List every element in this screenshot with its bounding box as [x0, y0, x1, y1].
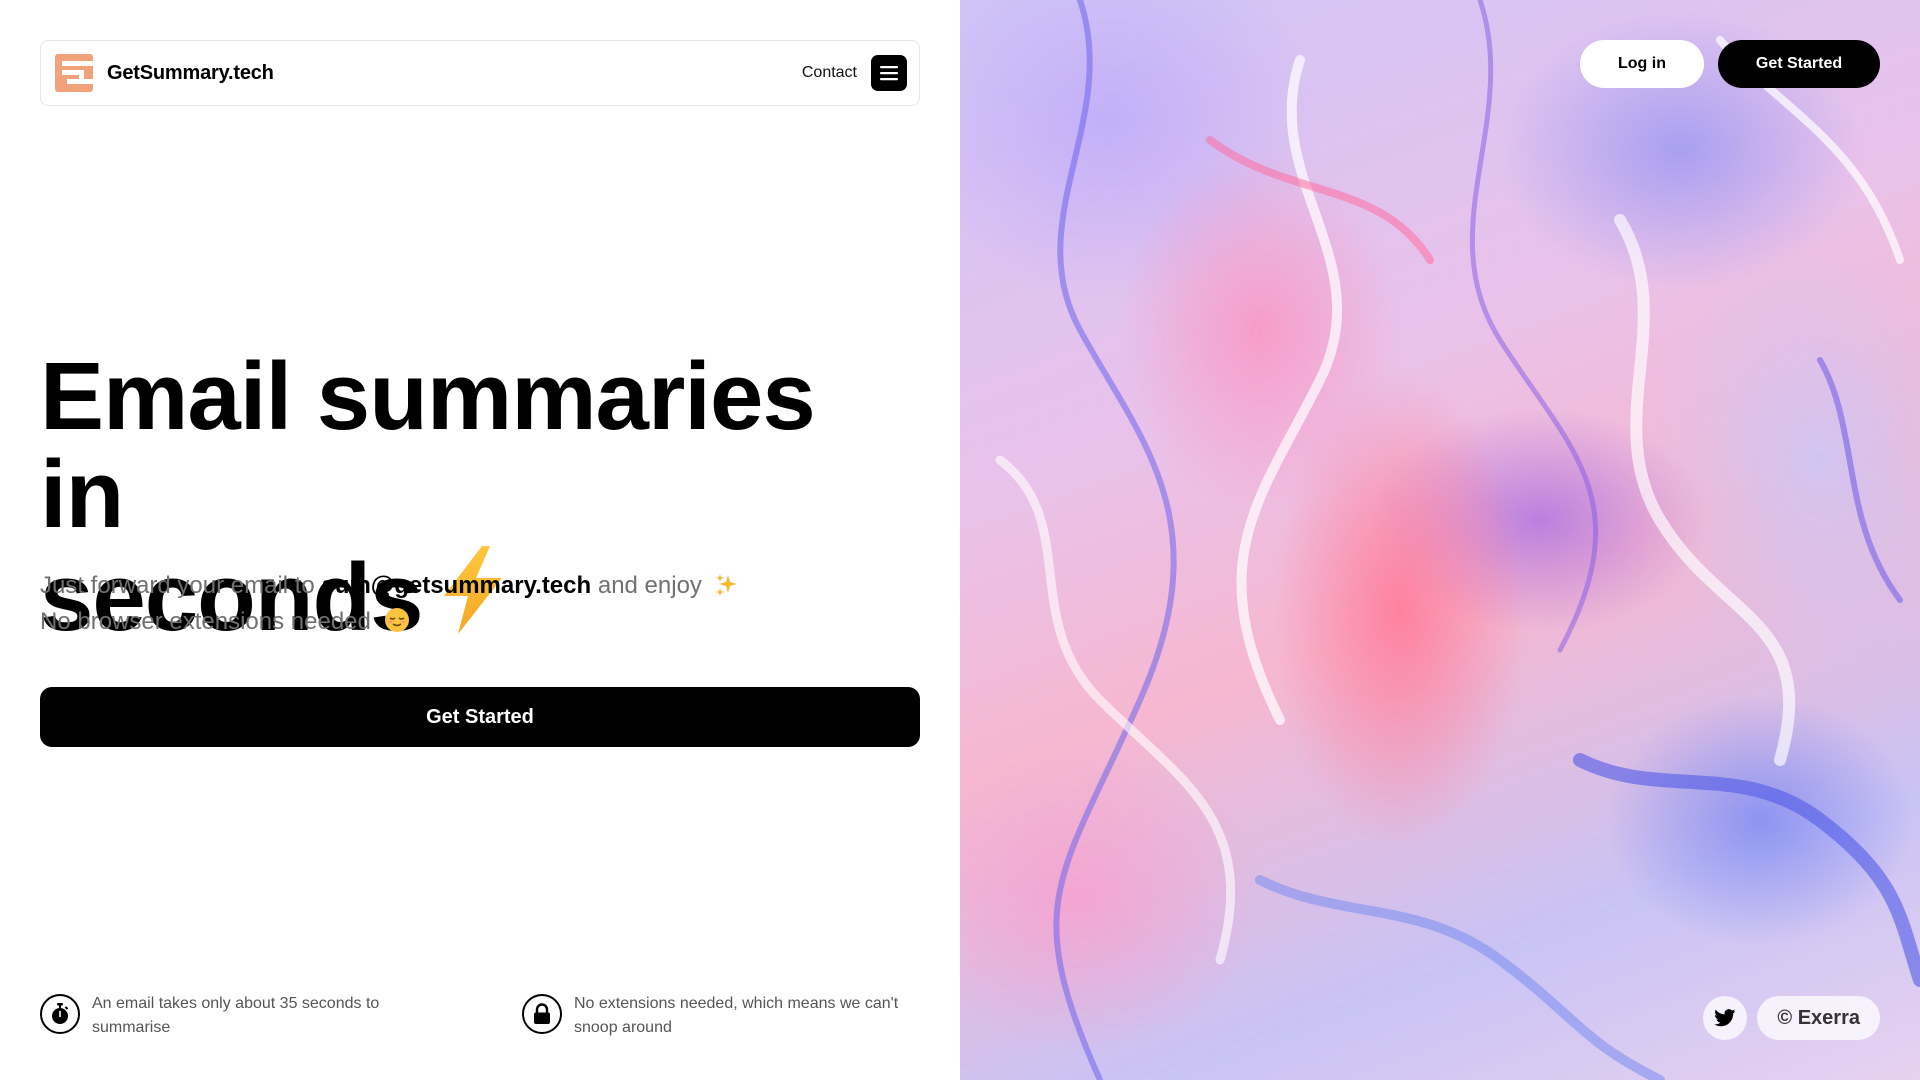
top-navbar: GetSummary.tech Contact [40, 40, 920, 106]
nav-actions: Contact [802, 55, 907, 91]
login-button[interactable]: Log in [1580, 40, 1704, 88]
subtitle-line2: No browser extensions needed [40, 608, 371, 635]
header-get-started-button[interactable]: Get Started [1718, 40, 1880, 88]
feature-privacy: No extensions needed, which means we can… [522, 992, 914, 1040]
social-links: © Exerra [1703, 996, 1880, 1040]
hero-artwork-panel: Log in Get Started © Exerra [960, 0, 1920, 1080]
forward-email-address: sum@getsummary.tech [321, 572, 592, 599]
hero-title-line1: Email summaries in [40, 343, 816, 548]
subtitle-suffix: and enjoy [597, 572, 702, 599]
menu-button[interactable] [871, 55, 907, 91]
getsummary-logo-icon [55, 54, 93, 92]
twitter-link[interactable] [1703, 996, 1748, 1040]
relieved-face-icon [384, 607, 410, 642]
left-panel: GetSummary.tech Contact Email summaries … [0, 0, 960, 1080]
brand[interactable]: GetSummary.tech [53, 52, 274, 94]
lock-icon [522, 994, 562, 1034]
feature-privacy-text: No extensions needed, which means we can… [574, 995, 899, 1036]
hero-subtitle: Just forward your email to sum@getsummar… [40, 570, 920, 642]
get-started-button[interactable]: Get Started [40, 687, 920, 747]
feature-speed-text: An email takes only about 35 seconds to … [92, 995, 380, 1036]
twitter-icon [1714, 1009, 1736, 1027]
hamburger-menu-icon [880, 66, 898, 81]
stopwatch-icon [40, 994, 80, 1034]
auth-buttons: Log in Get Started [1580, 40, 1880, 88]
sparkles-icon [715, 573, 739, 606]
feature-speed: An email takes only about 35 seconds to … [40, 992, 432, 1040]
landing-page: GetSummary.tech Contact Email summaries … [0, 0, 1920, 1080]
exerra-credit-link[interactable]: © Exerra [1757, 996, 1880, 1040]
fluid-art-image [995, 0, 1920, 1080]
brand-name: GetSummary.tech [107, 61, 274, 84]
subtitle-prefix: Just forward your email to [40, 572, 315, 599]
contact-link[interactable]: Contact [802, 64, 857, 82]
